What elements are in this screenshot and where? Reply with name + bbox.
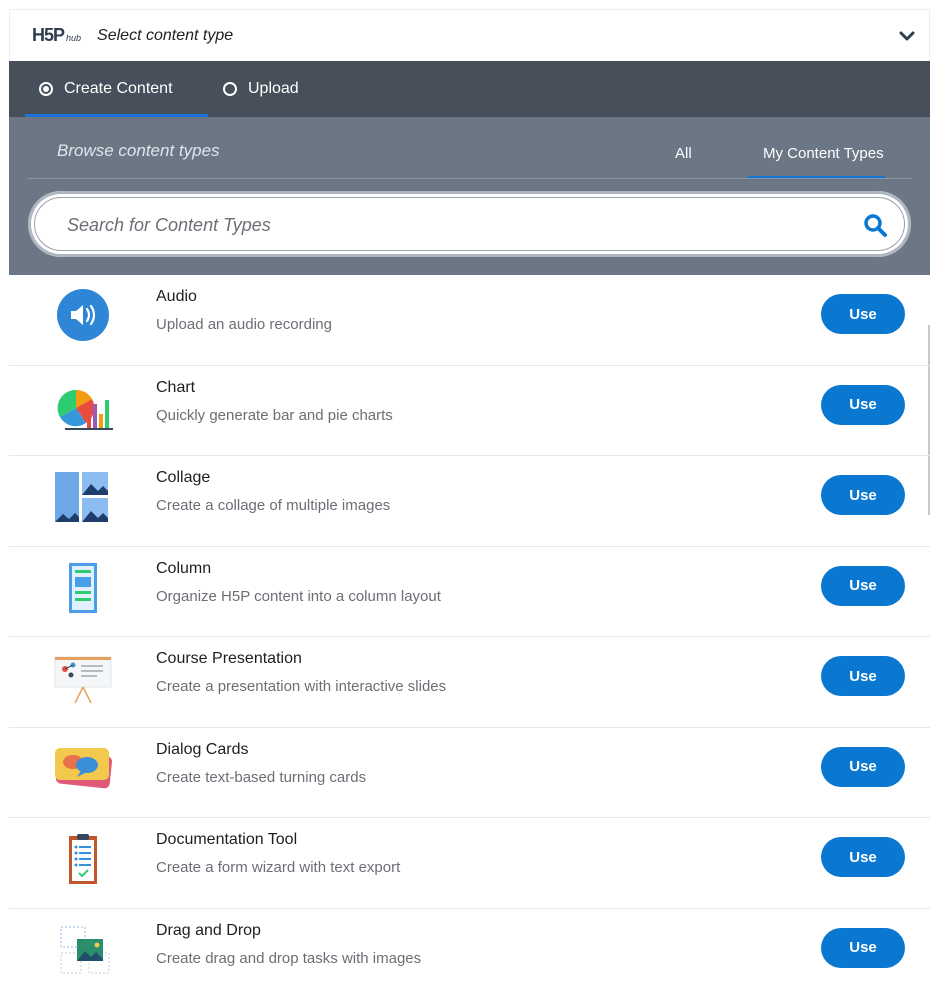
- collage-icon: [55, 472, 108, 522]
- radio-selected-icon: [39, 82, 53, 96]
- radio-empty-icon: [223, 82, 237, 96]
- browse-label: Browse content types: [57, 141, 220, 160]
- content-type-description: Quickly generate bar and pie charts: [156, 406, 393, 424]
- filter-all[interactable]: All: [675, 145, 692, 162]
- content-type-title: Documentation Tool: [156, 831, 298, 848]
- drag-and-drop-icon: [60, 926, 110, 973]
- logo-text: H5P: [32, 25, 65, 45]
- content-type-description: Create text-based turning cards: [156, 768, 367, 786]
- search-input[interactable]: [65, 209, 829, 241]
- chart-icon: [57, 389, 113, 430]
- documentation-tool-icon: [69, 834, 97, 884]
- list-item[interactable]: Documentation Tool Create a form wizard …: [9, 818, 930, 909]
- content-type-description: Organize H5P content into a column layou…: [156, 587, 441, 605]
- list-item[interactable]: Course Presentation Create a presentatio…: [9, 637, 930, 728]
- h5p-hub: H5P hub Select content type Create Conten…: [0, 0, 939, 995]
- search-icon[interactable]: [862, 212, 888, 238]
- content-type-description: Create a collage of multiple images: [156, 497, 391, 514]
- browse-panel: Browse content types All My Content Type…: [9, 117, 930, 275]
- chevron-down-icon[interactable]: [897, 26, 917, 46]
- content-type-title: Course Presentation: [156, 650, 302, 667]
- content-type-title: Column: [156, 559, 212, 577]
- use-button[interactable]: Use: [821, 927, 905, 968]
- use-button[interactable]: Use: [821, 837, 905, 877]
- content-type-description: Create a presentation with interactive s…: [156, 678, 447, 695]
- use-button[interactable]: Use: [821, 475, 905, 515]
- use-button[interactable]: Use: [821, 656, 905, 696]
- tab-upload[interactable]: Upload: [223, 61, 299, 117]
- search-field: [34, 197, 905, 251]
- use-button[interactable]: Use: [821, 384, 905, 425]
- tab-create-label: Create Content: [64, 80, 173, 97]
- list-item[interactable]: Collage Create a collage of multiple ima…: [9, 456, 930, 547]
- filter-my-content-types[interactable]: My Content Types: [763, 145, 884, 162]
- content-type-title: Drag and Drop: [156, 921, 261, 939]
- list-item[interactable]: Audio Upload an audio recording Use: [9, 275, 930, 366]
- content-type-title: Dialog Cards: [156, 740, 249, 758]
- use-button[interactable]: Use: [821, 746, 905, 787]
- list-item[interactable]: Column Organize H5P content into a colum…: [9, 547, 930, 637]
- hub-title: Select content type: [97, 26, 234, 44]
- content-type-list: Audio Upload an audio recording Use Char…: [9, 275, 930, 995]
- tab-upload-label: Upload: [248, 80, 299, 97]
- audio-icon: [57, 289, 109, 341]
- divider: [27, 178, 912, 179]
- content-type-title: Collage: [156, 469, 211, 486]
- list-item[interactable]: Chart Quickly generate bar and pie chart…: [9, 366, 930, 456]
- course-presentation-icon: [54, 656, 112, 704]
- logo-subtext: hub: [66, 33, 82, 43]
- search-box: [28, 191, 911, 257]
- hub-header[interactable]: H5P hub Select content type: [9, 9, 930, 61]
- h5p-hub-logo: H5P hub: [32, 25, 81, 46]
- column-icon: [69, 562, 97, 613]
- list-item[interactable]: Dialog Cards Create text-based turning c…: [9, 728, 930, 818]
- list-item[interactable]: Drag and Drop Create drag and drop tasks…: [9, 909, 930, 995]
- content-type-description: Create drag and drop tasks with images: [156, 949, 422, 967]
- use-button[interactable]: Use: [821, 294, 905, 334]
- content-type-title: Audio: [156, 288, 197, 305]
- content-type-title: Chart: [156, 378, 196, 396]
- dialog-cards-icon: [55, 747, 113, 788]
- content-type-description: Upload an audio recording: [156, 316, 332, 333]
- panel-tabs: Create Content Upload: [9, 61, 930, 117]
- tab-create-content[interactable]: Create Content: [39, 61, 173, 117]
- use-button[interactable]: Use: [821, 565, 905, 606]
- content-type-description: Create a form wizard with text export: [156, 859, 401, 876]
